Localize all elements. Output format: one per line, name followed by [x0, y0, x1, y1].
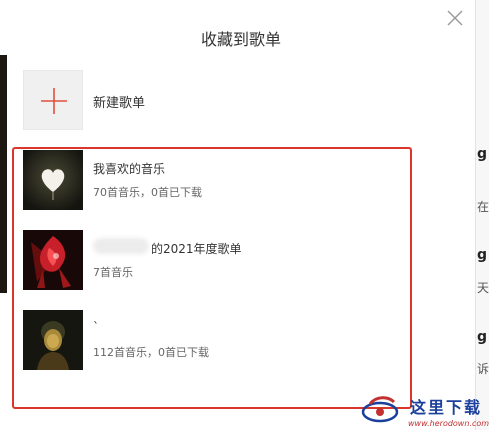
playlist-item-annual[interactable]: 的2021年度歌单 7首音乐 — [23, 230, 463, 292]
close-icon — [447, 10, 463, 26]
create-playlist-label: 新建歌单 — [93, 96, 146, 111]
create-playlist-button[interactable]: 新建歌单 — [23, 70, 463, 132]
background-text: g — [477, 146, 488, 162]
playlist-meta: 7首音乐 — [93, 266, 133, 279]
playlist-meta: 112首音乐，0首已下载 — [93, 346, 209, 359]
dialog-title: 收藏到歌单 — [200, 30, 281, 49]
plus-icon — [41, 88, 67, 114]
playlist-cover — [23, 230, 83, 290]
watermark-text: 这里下载 — [410, 398, 483, 417]
playlist-item-liked[interactable]: 我喜欢的音乐 70首音乐，0首已下载 — [23, 150, 463, 212]
portrait-cover-image — [23, 310, 83, 370]
red-flower-cover-image — [23, 230, 83, 290]
playlist-cover — [23, 310, 83, 370]
watermark: 这里下载 www.herodown.com — [360, 392, 489, 430]
background-text: 在 — [477, 200, 489, 214]
background-text: g — [477, 247, 488, 263]
blurred-username — [93, 238, 149, 254]
playlist-name: 我喜欢的音乐 — [93, 162, 166, 176]
background-text: 天的 — [477, 281, 489, 295]
playlist-item-custom[interactable]: ` 112首音乐，0首已下载 — [23, 310, 463, 372]
playlist-name: 的2021年度歌单 — [151, 242, 242, 256]
close-button[interactable] — [445, 8, 465, 28]
create-playlist-thumb — [23, 70, 83, 130]
background-image-strip — [0, 55, 7, 293]
background-text: 诉 — [477, 362, 489, 376]
background-text: g — [477, 329, 488, 345]
collect-to-playlist-dialog: 收藏到歌单 新建歌单 我喜欢的音乐 70首音乐，0首已下载 的2021年度歌单 … — [7, 0, 475, 430]
background-divider — [475, 0, 476, 430]
playlist-cover — [23, 150, 83, 210]
watermark-logo — [361, 396, 399, 423]
playlist-meta: 70首音乐，0首已下载 — [93, 186, 202, 199]
watermark-url: www.herodown.com — [408, 419, 489, 428]
playlist-name: ` — [93, 320, 99, 334]
heart-cover-image — [23, 150, 83, 210]
